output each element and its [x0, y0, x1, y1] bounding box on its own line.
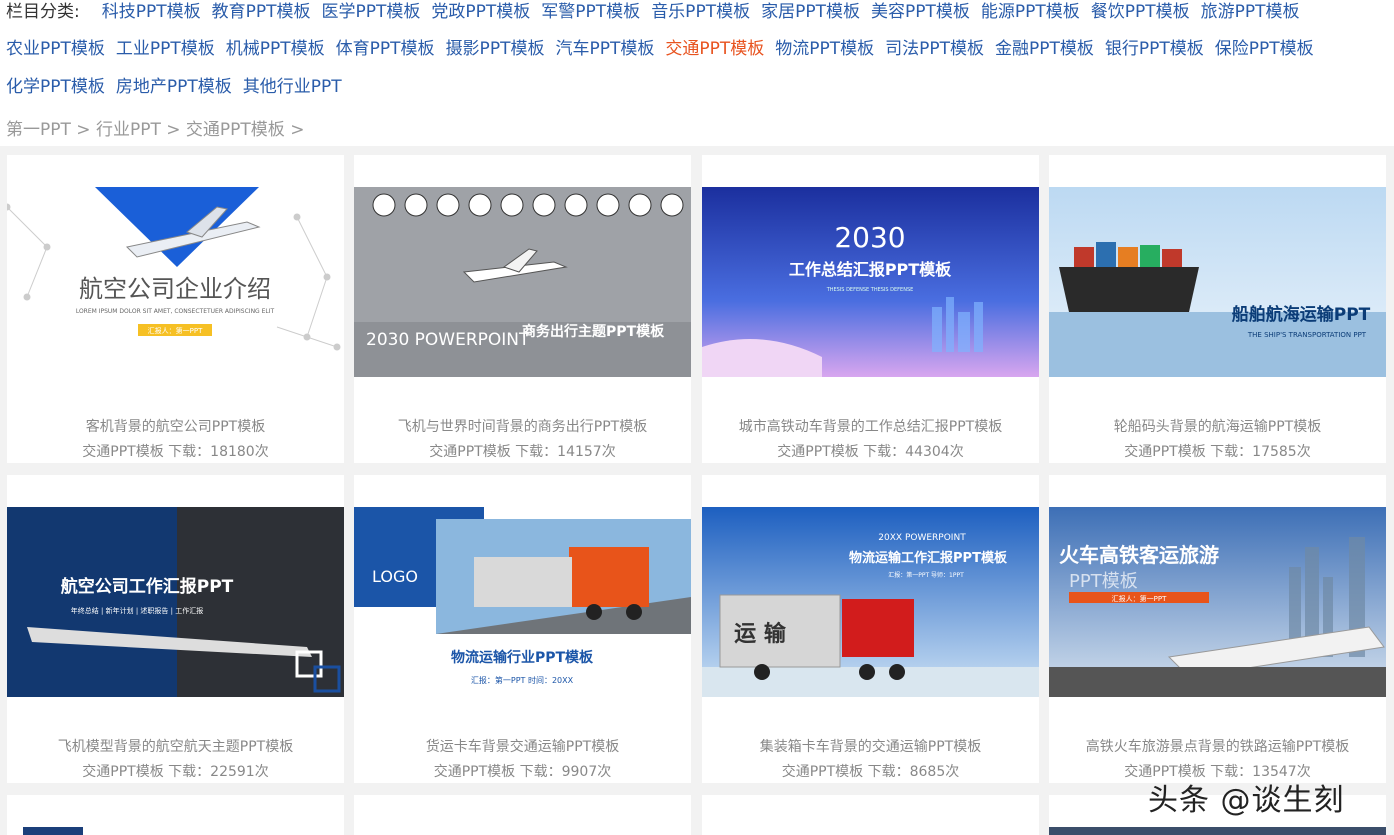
category-link[interactable]: 工业PPT模板	[116, 39, 215, 59]
thumb-title: 火车高铁客运旅游	[1059, 543, 1219, 567]
category-link[interactable]: 教育PPT模板	[212, 2, 311, 22]
template-card[interactable]	[7, 795, 344, 835]
template-card[interactable]: 2030 工作总结汇报PPT模板 THESIS DEFENSE THESIS D…	[702, 155, 1039, 463]
category-link[interactable]: 其他行业PPT	[243, 77, 342, 97]
category-link[interactable]: 能源PPT模板	[981, 2, 1080, 22]
thumb-sub: 汇报：第一PPT 时间：20XX	[471, 675, 574, 685]
category-label: 栏目分类:	[6, 2, 80, 22]
thumb-tag: 汇报：第一PPT 导师：1PPT	[888, 571, 964, 579]
template-card[interactable]: 航空公司企业介绍 LOREM IPSUM DOLOR SIT AMET, CON…	[7, 155, 344, 463]
thumb-sub: THE SHIP'S TRANSPORTATION PPT	[1247, 331, 1367, 339]
thumb-tag: LOGO	[372, 567, 418, 586]
thumb-sub: 年终总结 | 新年计划 | 述职报告 | 工作汇报	[71, 606, 203, 615]
thumb-sub: 2030 POWERPOINT	[366, 330, 530, 350]
breadcrumb-sep: >	[166, 120, 181, 140]
card-title[interactable]: 货运卡车背景交通运输PPT模板	[354, 736, 691, 756]
category-link[interactable]: 房地产PPT模板	[116, 77, 232, 97]
template-card[interactable]: 火车高铁客运旅游 PPT模板 汇报人：第一PPT 高铁火车旅游景点背景的铁路运输…	[1049, 475, 1386, 783]
thumb-big: 运 输	[734, 621, 787, 647]
category-link[interactable]: 餐饮PPT模板	[1091, 2, 1190, 22]
thumb-title: 物流运输工作汇报PPT模板	[849, 550, 1008, 566]
category-link[interactable]: 医学PPT模板	[322, 2, 421, 22]
card-meta: 交通PPT模板 下载：17585次	[1124, 444, 1311, 460]
template-card[interactable]	[354, 795, 691, 835]
category-link[interactable]: 司法PPT模板	[885, 39, 984, 59]
category-link[interactable]: 保险PPT模板	[1215, 39, 1314, 59]
thumbnail-airline[interactable]: 航空公司企业介绍 LOREM IPSUM DOLOR SIT AMET, CON…	[7, 187, 344, 377]
category-panel: 栏目分类: 科技PPT模板 教育PPT模板 医学PPT模板 党政PPT模板 军警PPT模板…	[0, 0, 1394, 146]
thumbnail-shipping[interactable]: 船舶航海运输PPT THE SHIP'S TRANSPORTATION PPT	[1049, 187, 1386, 377]
category-row-1: 栏目分类: 科技PPT模板 教育PPT模板 医学PPT模板 党政PPT模板 军警PPT模板…	[6, 0, 1311, 24]
category-link[interactable]: 军警PPT模板	[541, 2, 640, 22]
thumb-sub: 2030	[834, 221, 905, 254]
card-title[interactable]: 高铁火车旅游景点背景的铁路运输PPT模板	[1049, 736, 1386, 756]
thumbnail-railway-travel[interactable]: 火车高铁客运旅游 PPT模板 汇报人：第一PPT	[1049, 507, 1386, 697]
breadcrumb-current[interactable]: 交通PPT模板	[186, 120, 285, 140]
thumbnail-container-truck[interactable]: 运 输 20XX POWERPOINT 物流运输工作汇报PPT模板 汇报：第一P…	[702, 507, 1039, 697]
card-title[interactable]: 城市高铁动车背景的工作总结汇报PPT模板	[702, 416, 1039, 436]
card-title[interactable]: 轮船码头背景的航海运输PPT模板	[1049, 416, 1386, 436]
category-link[interactable]: 家居PPT模板	[761, 2, 860, 22]
card-meta: 交通PPT模板 下载：22591次	[82, 764, 269, 780]
category-link[interactable]: 摄影PPT模板	[446, 39, 545, 59]
category-link[interactable]: 美容PPT模板	[871, 2, 970, 22]
thumb-tag: THESIS DEFENSE THESIS DEFENSE	[826, 287, 914, 293]
breadcrumb-sep: >	[290, 120, 305, 140]
category-link[interactable]: 交通PPT模板	[665, 39, 764, 59]
card-meta: 交通PPT模板 下载：44304次	[777, 444, 964, 460]
watermark-text: 头条 @谈生刻	[1148, 783, 1345, 818]
thumb-title: 工作总结汇报PPT模板	[789, 260, 952, 279]
category-link[interactable]: 银行PPT模板	[1105, 39, 1204, 59]
thumb-sub: 20XX POWERPOINT	[878, 533, 966, 543]
thumb-sub: PPT模板	[1069, 571, 1138, 592]
card-title[interactable]: 客机背景的航空公司PPT模板	[7, 416, 344, 436]
thumb-title: 航空公司工作汇报PPT	[61, 576, 234, 597]
category-link[interactable]: 旅游PPT模板	[1201, 2, 1300, 22]
category-link[interactable]: 汽车PPT模板	[555, 39, 654, 59]
breadcrumb-home[interactable]: 第一PPT	[6, 120, 71, 140]
breadcrumb: 第一PPT > 行业PPT > 交通PPT模板 >	[6, 115, 304, 140]
thumb-sub: LOREM IPSUM DOLOR SIT AMET, CONSECTETUER…	[76, 308, 275, 315]
thumbnail-partial[interactable]	[23, 827, 83, 835]
template-card[interactable]: 2030 POWERPOINT 商务出行主题PPT模板 飞机与世界时间背景的商务…	[354, 155, 691, 463]
thumbnail-aircraft-model[interactable]: 航空公司工作汇报PPT 年终总结 | 新年计划 | 述职报告 | 工作汇报	[7, 507, 344, 697]
thumbnail-business-travel[interactable]: 2030 POWERPOINT 商务出行主题PPT模板	[354, 187, 691, 377]
card-title[interactable]: 飞机模型背景的航空航天主题PPT模板	[7, 736, 344, 756]
category-link[interactable]: 农业PPT模板	[6, 39, 105, 59]
category-link[interactable]: 党政PPT模板	[431, 2, 530, 22]
category-link[interactable]: 金融PPT模板	[995, 39, 1094, 59]
thumb-title: 船舶航海运输PPT	[1232, 304, 1371, 325]
card-meta: 交通PPT模板 下载：9907次	[433, 764, 612, 780]
breadcrumb-industry[interactable]: 行业PPT	[96, 120, 161, 140]
category-link[interactable]: 机械PPT模板	[226, 39, 325, 59]
thumb-tag: 汇报人：第一PPT	[1112, 594, 1167, 603]
category-link[interactable]: 体育PPT模板	[336, 39, 435, 59]
category-link[interactable]: 科技PPT模板	[102, 2, 201, 22]
category-row-3: 化学PPT模板 房地产PPT模板 其他行业PPT	[6, 75, 353, 99]
card-title[interactable]: 飞机与世界时间背景的商务出行PPT模板	[354, 416, 691, 436]
card-meta: 交通PPT模板 下载：8685次	[781, 764, 960, 780]
template-card[interactable]: 运 输 20XX POWERPOINT 物流运输工作汇报PPT模板 汇报：第一P…	[702, 475, 1039, 783]
card-title[interactable]: 集装箱卡车背景的交通运输PPT模板	[702, 736, 1039, 756]
breadcrumb-sep: >	[76, 120, 91, 140]
template-card[interactable]: 航空公司工作汇报PPT 年终总结 | 新年计划 | 述职报告 | 工作汇报 飞机…	[7, 475, 344, 783]
thumbnail-partial[interactable]	[1049, 827, 1386, 835]
template-card[interactable]	[702, 795, 1039, 835]
thumb-title: 物流运输行业PPT模板	[451, 649, 594, 666]
category-row-2: 农业PPT模板 工业PPT模板 机械PPT模板 体育PPT模板 摄影PPT模板 汽车PPT…	[6, 37, 1325, 61]
thumb-title: 航空公司企业介绍	[79, 275, 271, 303]
template-card[interactable]: 船舶航海运输PPT THE SHIP'S TRANSPORTATION PPT …	[1049, 155, 1386, 463]
thumbnail-high-speed-rail[interactable]: 2030 工作总结汇报PPT模板 THESIS DEFENSE THESIS D…	[702, 187, 1039, 377]
category-link[interactable]: 音乐PPT模板	[651, 2, 750, 22]
card-meta: 交通PPT模板 下载：14157次	[429, 444, 616, 460]
thumb-tag: 汇报人：第一PPT	[148, 326, 203, 335]
category-link[interactable]: 物流PPT模板	[775, 39, 874, 59]
thumb-title: 商务出行主题PPT模板	[522, 323, 665, 340]
thumbnail-freight-truck[interactable]: LOGO 物流运输行业PPT模板 汇报：第一PPT 时间：20XX	[354, 507, 691, 697]
template-card[interactable]: LOGO 物流运输行业PPT模板 汇报：第一PPT 时间：20XX 货运卡车背景…	[354, 475, 691, 783]
category-link[interactable]: 化学PPT模板	[6, 77, 105, 97]
card-meta: 交通PPT模板 下载：18180次	[82, 444, 269, 460]
